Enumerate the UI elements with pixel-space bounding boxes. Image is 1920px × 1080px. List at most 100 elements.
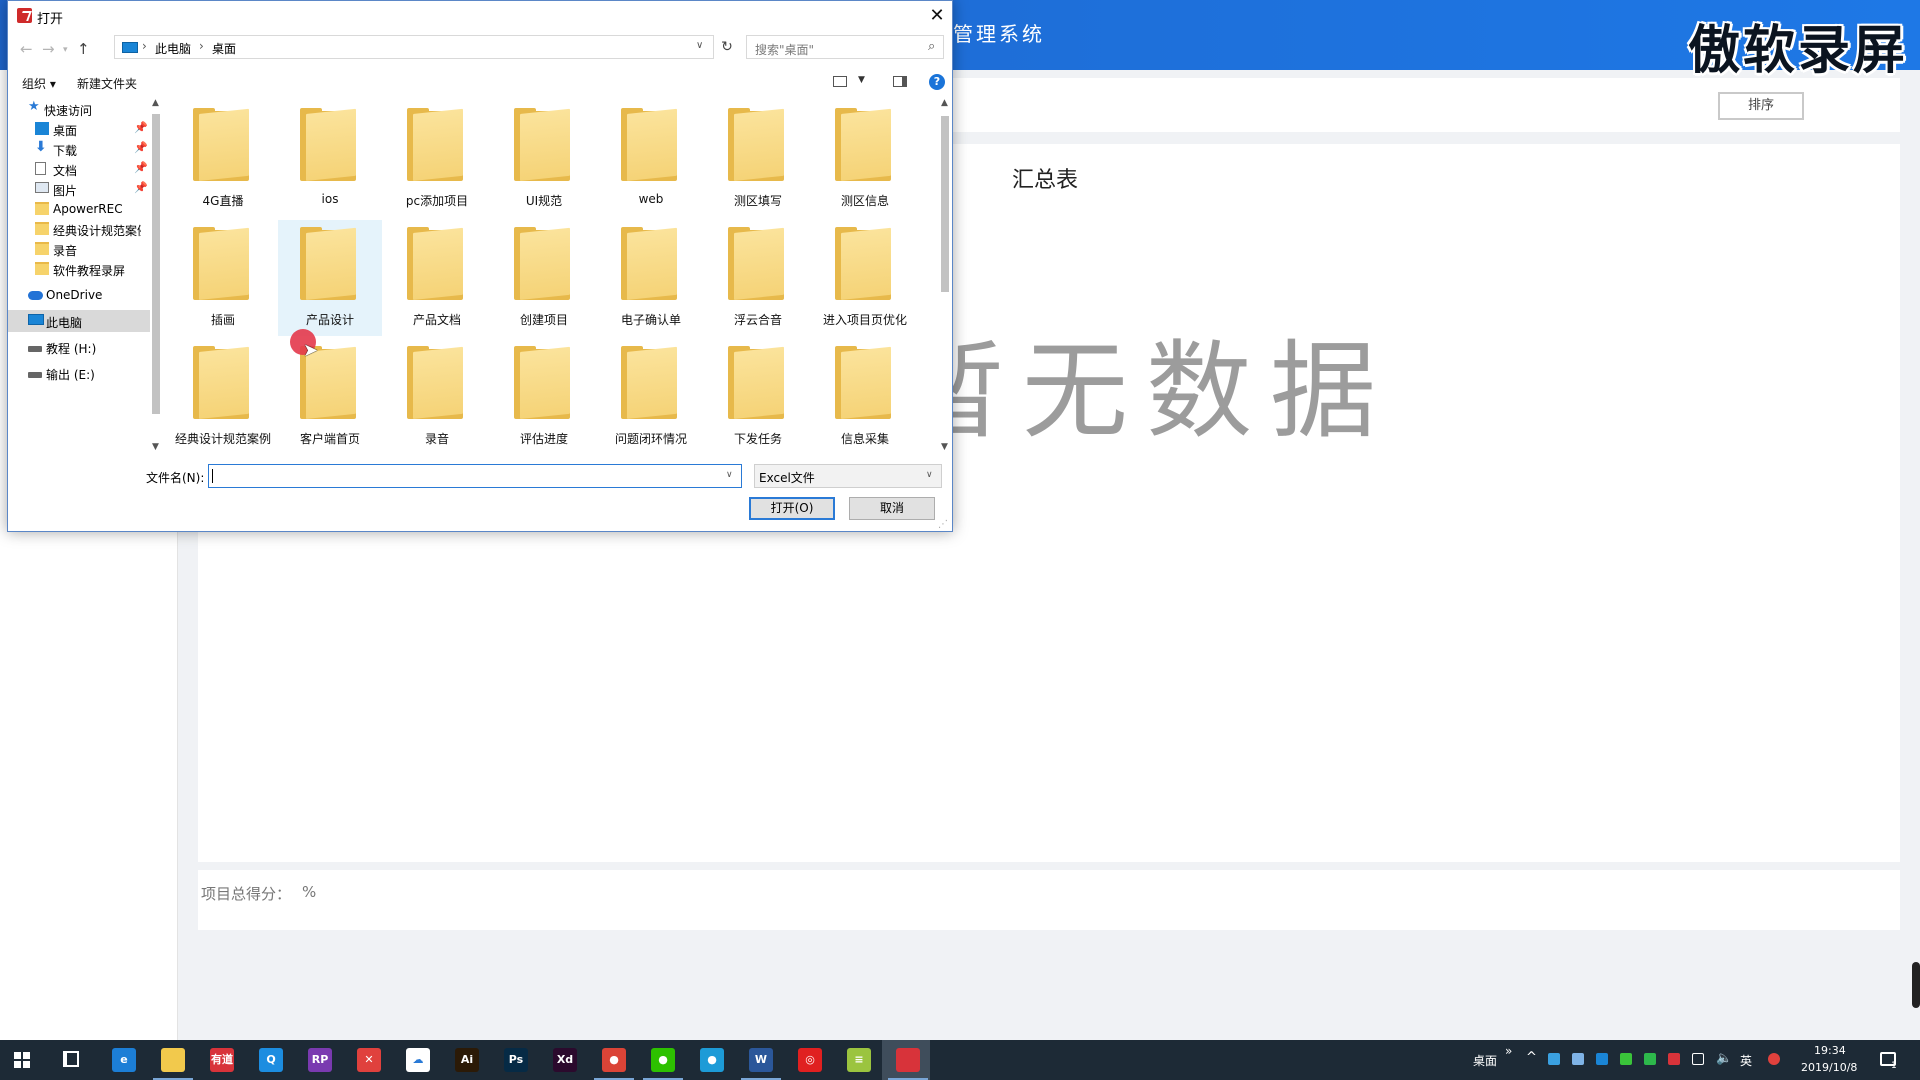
- address-bar[interactable]: › 此电脑 › 桌面 ∨: [114, 35, 714, 59]
- xd-icon[interactable]: Xd: [553, 1048, 577, 1072]
- bluetooth-icon[interactable]: [1596, 1053, 1608, 1065]
- folder-item[interactable]: 浮云合音: [706, 220, 810, 336]
- notepad-icon[interactable]: ≡: [847, 1048, 871, 1072]
- youdao-icon[interactable]: 有道: [210, 1048, 234, 1072]
- folder-item[interactable]: 测区信息: [813, 101, 917, 217]
- folder-item[interactable]: 4G直播: [171, 101, 275, 217]
- clock-time[interactable]: 19:34: [1814, 1044, 1846, 1057]
- folder-item[interactable]: 客户端首页: [278, 339, 382, 454]
- resize-grip-icon[interactable]: ⋰: [938, 519, 948, 530]
- photoshop-icon[interactable]: Ps: [504, 1048, 528, 1072]
- chrome-icon[interactable]: ●: [602, 1048, 626, 1072]
- folder-item[interactable]: 产品文档: [385, 220, 489, 336]
- pin-icon[interactable]: 📌: [134, 181, 148, 194]
- chevron-right-icon[interactable]: ›: [142, 39, 147, 53]
- ime-indicator[interactable]: 英: [1740, 1052, 1752, 1069]
- qq-browser-icon[interactable]: Q: [259, 1048, 283, 1072]
- axure-icon[interactable]: RP: [308, 1048, 332, 1072]
- scroll-up-icon[interactable]: ▲: [152, 98, 159, 108]
- tray-app-icon[interactable]: [1572, 1053, 1584, 1065]
- chevron-down-icon[interactable]: ∨: [726, 470, 733, 480]
- scroll-down-icon[interactable]: ▼: [941, 442, 948, 452]
- volume-icon[interactable]: 🔈: [1716, 1051, 1732, 1066]
- contacts-icon[interactable]: ●: [700, 1048, 724, 1072]
- chevron-down-icon[interactable]: ∨: [696, 40, 703, 51]
- sidebar-item[interactable]: 输出 (E:): [8, 362, 150, 384]
- wechat-icon[interactable]: ●: [651, 1048, 675, 1072]
- folder-item[interactable]: 电子确认单: [599, 220, 703, 336]
- folder-item[interactable]: 问题闭环情况: [599, 339, 703, 454]
- folder-item[interactable]: 进入项目页优化: [813, 220, 917, 336]
- search-input[interactable]: 搜索"桌面" ⌕: [746, 35, 944, 59]
- folder-item[interactable]: 创建项目: [492, 220, 596, 336]
- word-icon[interactable]: W: [749, 1048, 773, 1072]
- folder-item[interactable]: 信息采集: [813, 339, 917, 454]
- close-icon[interactable]: ✕: [926, 5, 948, 27]
- sidebar-item[interactable]: 此电脑: [8, 310, 150, 332]
- page-scrollbar[interactable]: [1912, 962, 1920, 1008]
- sidebar-item[interactable]: 教程 (H:): [8, 336, 150, 358]
- scroll-up-icon[interactable]: ▲: [941, 98, 948, 108]
- scroll-thumb[interactable]: [152, 114, 160, 414]
- tray-app-icon[interactable]: [1548, 1053, 1560, 1065]
- forward-arrow-icon[interactable]: →: [42, 40, 55, 58]
- chevron-down-icon[interactable]: ∨: [926, 470, 933, 480]
- dialog-titlebar[interactable]: 打开 ✕: [8, 1, 952, 31]
- folder-item[interactable]: 测区填写: [706, 101, 810, 217]
- search-icon[interactable]: ⌕: [928, 39, 935, 54]
- sidebar-item[interactable]: 录音: [8, 238, 150, 260]
- sidebar-item[interactable]: ⬇ 下载 📌: [8, 138, 150, 160]
- sort-button[interactable]: 排序: [1718, 92, 1804, 120]
- navigation-scrollbar[interactable]: ▲ ▼: [150, 98, 162, 454]
- folder-item[interactable]: 产品设计: [278, 220, 382, 336]
- preview-pane-icon[interactable]: [893, 76, 907, 87]
- security-tray-icon[interactable]: [1644, 1053, 1656, 1065]
- sidebar-item[interactable]: OneDrive: [8, 284, 150, 306]
- chevron-right-icon[interactable]: ›: [199, 39, 204, 53]
- breadcrumb-this-pc[interactable]: 此电脑: [155, 40, 191, 57]
- sidebar-item[interactable]: 文档 📌: [8, 158, 150, 180]
- help-icon[interactable]: ?: [929, 74, 945, 90]
- view-mode-icon[interactable]: [833, 76, 847, 87]
- open-button[interactable]: 打开(O): [749, 497, 835, 520]
- network-icon[interactable]: [1692, 1053, 1704, 1065]
- file-explorer-icon[interactable]: [161, 1048, 185, 1072]
- wechat-tray-icon[interactable]: [1620, 1053, 1632, 1065]
- edge-icon[interactable]: e: [112, 1048, 136, 1072]
- sidebar-item[interactable]: 经典设计规范案例: [8, 218, 150, 240]
- folder-item[interactable]: 下发任务: [706, 339, 810, 454]
- breadcrumb-desktop[interactable]: 桌面: [212, 40, 236, 57]
- folder-item[interactable]: web: [599, 101, 703, 217]
- sidebar-item[interactable]: ★ 快速访问: [8, 98, 150, 120]
- tray-app-icon[interactable]: [1668, 1053, 1680, 1065]
- illustrator-icon[interactable]: Ai: [455, 1048, 479, 1072]
- pin-icon[interactable]: 📌: [134, 161, 148, 174]
- filename-input[interactable]: ∨: [208, 464, 742, 488]
- folder-item[interactable]: 插画: [171, 220, 275, 336]
- new-folder-button[interactable]: 新建文件夹: [77, 75, 137, 92]
- folder-item[interactable]: pc添加项目: [385, 101, 489, 217]
- clock-date[interactable]: 2019/10/8: [1801, 1061, 1857, 1074]
- sidebar-item[interactable]: 桌面 📌: [8, 118, 150, 140]
- organize-button[interactable]: 组织 ▾: [22, 75, 56, 92]
- pin-icon[interactable]: 📌: [134, 121, 148, 134]
- sidebar-item[interactable]: 图片 📌: [8, 178, 150, 200]
- tray-desktop-label[interactable]: 桌面: [1473, 1052, 1497, 1069]
- scroll-thumb[interactable]: [941, 116, 949, 292]
- folder-item[interactable]: 录音: [385, 339, 489, 454]
- apowerrec-icon[interactable]: [896, 1048, 920, 1072]
- refresh-icon[interactable]: ↻: [715, 35, 739, 59]
- baidu-netdisk-icon[interactable]: ☁: [406, 1048, 430, 1072]
- sogou-ime-icon[interactable]: [1768, 1053, 1780, 1065]
- task-view-icon[interactable]: [63, 1051, 79, 1067]
- netease-music-icon[interactable]: ◎: [798, 1048, 822, 1072]
- file-list-scrollbar[interactable]: ▲ ▼: [938, 98, 952, 454]
- show-hidden-icons-icon[interactable]: ^: [1526, 1050, 1537, 1065]
- back-arrow-icon[interactable]: ←: [20, 40, 33, 58]
- scroll-down-icon[interactable]: ▼: [152, 442, 159, 452]
- folder-item[interactable]: 评估进度: [492, 339, 596, 454]
- folder-item[interactable]: ios: [278, 101, 382, 217]
- folder-item[interactable]: 经典设计规范案例: [171, 339, 275, 454]
- chevron-down-icon[interactable]: ▼: [858, 75, 865, 85]
- cancel-button[interactable]: 取消: [849, 497, 935, 520]
